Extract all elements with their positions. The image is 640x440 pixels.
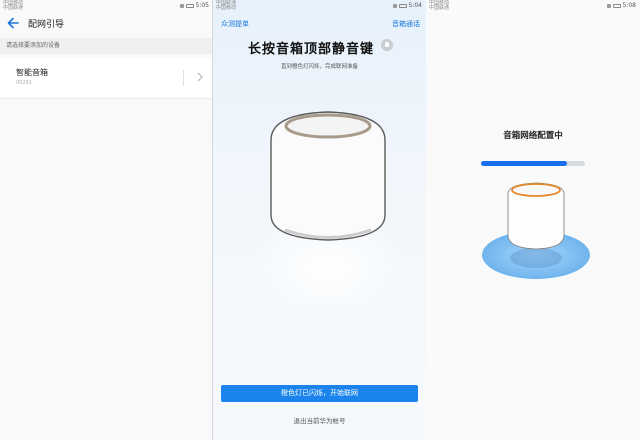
configuring-title: 音箱网络配置中: [503, 131, 563, 141]
status-icons: 5:05: [179, 2, 209, 9]
start-network-button[interactable]: 橙色灯已闪烁，开始联网: [221, 385, 418, 402]
section-hint: 请选择要添加的设备: [0, 38, 213, 54]
carrier-text: 中国移动 中国联通: [3, 0, 24, 11]
instruction-title: 长按音箱顶部静音键: [248, 42, 375, 57]
back-arrow-icon[interactable]: [6, 16, 20, 30]
logout-link[interactable]: 退出当前华为帐号: [213, 415, 426, 425]
feedback-link[interactable]: 众测提单: [221, 19, 249, 29]
configuring-screen: 中国移动 中国联通 5:08 音箱网络配置中: [426, 0, 640, 440]
battery-icon: [612, 3, 621, 8]
row-divider: [183, 70, 184, 86]
speaker-halo-illustration: [482, 182, 590, 279]
status-bar: 中国联通 中国移动 5:04: [213, 0, 426, 12]
list-item-smart-speaker[interactable]: 智能音箱 00291: [0, 58, 213, 99]
carrier-text: 中国移动 中国联通: [429, 0, 450, 11]
status-icons: 5:08: [606, 2, 636, 9]
instruction-subtitle: 直到橙色灯闪烁，完成联网准备: [280, 64, 358, 70]
status-bar: 中国移动 中国联通 5:05: [0, 0, 213, 12]
speaker-call-link[interactable]: 音箱通话: [392, 19, 420, 29]
status-time: 5:08: [622, 2, 636, 9]
device-id: 00291: [16, 80, 32, 86]
bluetooth-icon: [179, 3, 184, 8]
device-list-screen: 中国移动 中国联通 5:05 配网引导 请选择要添加的设备 智能音箱 00291: [0, 0, 213, 440]
bluetooth-icon: [606, 3, 611, 8]
bluetooth-icon: [392, 3, 397, 8]
status-icons: 5:04: [392, 2, 422, 9]
progress-fill: [481, 161, 568, 166]
mute-button-icon: [381, 39, 393, 51]
status-time: 5:05: [195, 2, 209, 9]
reset-instruction-screen: 中国联通 中国移动 5:04 众测提单 音箱通话 长按音箱顶部静音键 直到橙色灯…: [213, 0, 426, 440]
battery-icon: [185, 3, 194, 8]
battery-icon: [398, 3, 407, 8]
status-time: 5:04: [408, 2, 422, 9]
carrier-text: 中国联通 中国移动: [216, 0, 237, 11]
page-title: 配网引导: [28, 20, 65, 30]
device-name: 智能音箱: [16, 68, 48, 77]
speaker-illustration: [243, 111, 413, 323]
chevron-right-icon: [197, 72, 203, 82]
status-bar: 中国移动 中国联通 5:08: [426, 0, 640, 12]
progress-bar: [481, 161, 585, 166]
